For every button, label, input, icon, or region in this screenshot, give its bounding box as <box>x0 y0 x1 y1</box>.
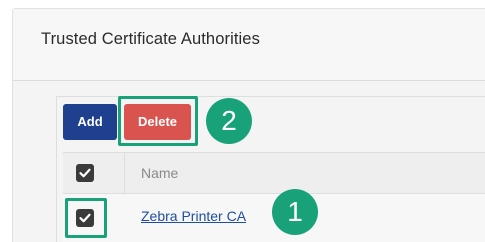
step-2-badge: 2 <box>206 98 252 144</box>
step-1-badge: 1 <box>272 189 318 235</box>
ca-name-link[interactable]: Zebra Printer CA <box>141 208 246 224</box>
column-header-name[interactable]: Name <box>141 165 178 181</box>
delete-highlight-box <box>118 96 198 146</box>
checkmark-icon <box>79 168 91 178</box>
section-title: Trusted Certificate Authorities <box>41 30 260 48</box>
select-all-checkbox[interactable] <box>76 164 94 182</box>
column-divider <box>124 152 125 194</box>
row-checkbox-highlight-box <box>65 198 107 238</box>
table-header-row <box>63 152 485 194</box>
add-button[interactable]: Add <box>63 104 117 140</box>
